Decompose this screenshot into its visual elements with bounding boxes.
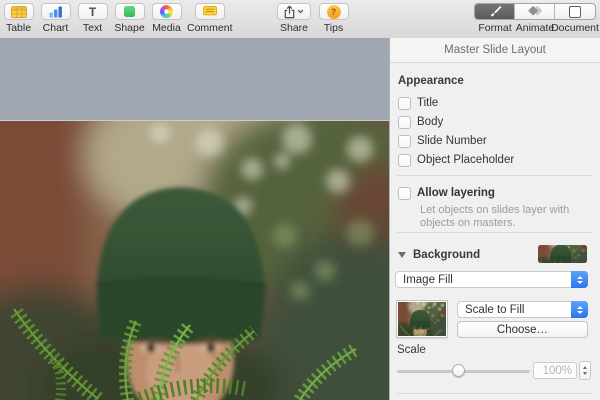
share-button-label: Share (279, 22, 309, 34)
shape-button[interactable]: Shape (113, 3, 146, 34)
background-heading: Background (413, 249, 481, 261)
comment-icon (202, 6, 217, 17)
text-icon: T (88, 4, 97, 19)
image-fill-well[interactable] (396, 300, 448, 338)
inspector-segment-labels: Format Animate Document (475, 22, 599, 34)
inspector-segmented-control (474, 3, 596, 20)
allow-layering-description: Let objects on slides layer with objects… (420, 204, 570, 229)
background-section-header[interactable]: Background (398, 246, 480, 264)
tab-document-label: Document (551, 22, 599, 34)
table-button[interactable]: Table (2, 3, 35, 34)
table-button-label: Table (5, 22, 32, 34)
checkbox-row-object-placeholder: Object Placeholder (398, 153, 514, 167)
tab-format[interactable] (475, 4, 515, 19)
diamond-icon (528, 5, 542, 16)
paintbrush-icon (490, 5, 501, 17)
divider (397, 175, 593, 176)
shape-button-label: Shape (114, 22, 145, 34)
document-icon (569, 5, 581, 18)
stepper-down-icon (583, 371, 587, 375)
stepper-up-icon (583, 366, 587, 370)
object-placeholder-checkbox[interactable] (398, 153, 411, 167)
toolbar-share-group: Share ? Tips (277, 3, 350, 34)
popup-stepper-icon (571, 271, 588, 288)
scale-mode-value: Scale to Fill (465, 303, 525, 316)
slide-number-checkbox[interactable] (398, 134, 411, 148)
media-icon (160, 5, 173, 18)
slide-background-image[interactable] (0, 120, 389, 400)
popup-stepper-icon (571, 301, 588, 318)
tab-format-label: Format (478, 22, 512, 34)
title-checkbox[interactable] (398, 96, 411, 110)
object-placeholder-checkbox-label: Object Placeholder (417, 154, 515, 166)
tab-animate-label: Animate (515, 22, 555, 34)
chart-button[interactable]: Chart (39, 3, 72, 34)
scale-slider[interactable] (397, 364, 530, 378)
scale-stepper[interactable] (579, 361, 591, 380)
tab-document[interactable] (555, 4, 595, 19)
scale-value-field[interactable]: 100% (533, 362, 577, 379)
divider (397, 232, 593, 233)
disclosure-triangle-icon[interactable] (398, 252, 406, 258)
scale-slider-thumb[interactable] (452, 364, 465, 377)
tips-icon: ? (326, 4, 341, 19)
title-checkbox-label: Title (417, 97, 439, 109)
slide-canvas[interactable] (0, 38, 389, 400)
toolbar-insert-group: Table Chart T Text Shape Media Comment (2, 3, 233, 34)
shape-icon (124, 6, 135, 17)
checkbox-row-title: Title (398, 96, 438, 110)
tab-animate[interactable] (515, 4, 555, 19)
comment-button[interactable]: Comment (187, 3, 233, 34)
fill-type-select[interactable]: Image Fill (395, 271, 588, 288)
divider (397, 393, 593, 394)
toolbar: Table Chart T Text Shape Media Comment S… (0, 0, 600, 39)
text-button-label: Text (82, 22, 103, 34)
inspector-switcher: Format Animate Document (474, 3, 599, 34)
share-icon (284, 4, 295, 18)
chevron-down-icon (297, 9, 304, 14)
keynote-window: Table Chart T Text Shape Media Comment S… (0, 0, 600, 400)
fill-type-value: Image Fill (403, 273, 453, 286)
tips-button-label: Tips (323, 22, 344, 34)
appearance-heading: Appearance (398, 75, 464, 87)
share-button[interactable]: Share (277, 3, 311, 34)
body-checkbox-label: Body (417, 116, 444, 128)
format-inspector: Master Slide Layout Appearance Title Bod… (389, 38, 600, 400)
body-checkbox[interactable] (398, 115, 411, 129)
table-icon (10, 5, 27, 18)
comment-button-label: Comment (187, 22, 233, 34)
background-preview-thumbnail[interactable] (538, 245, 587, 263)
scale-mode-select[interactable]: Scale to Fill (457, 301, 588, 318)
checkbox-row-slide-number: Slide Number (398, 134, 487, 148)
media-button-label: Media (152, 22, 181, 34)
checkbox-row-body: Body (398, 115, 443, 129)
slide-number-checkbox-label: Slide Number (417, 135, 487, 147)
tips-button[interactable]: ? Tips (317, 3, 350, 34)
chart-icon (49, 6, 62, 17)
allow-layering-checkbox[interactable] (398, 186, 411, 200)
scale-label: Scale (397, 344, 426, 356)
checkbox-row-allow-layering: Allow layering (398, 186, 495, 200)
choose-image-button[interactable]: Choose… (457, 321, 588, 338)
allow-layering-label: Allow layering (417, 187, 495, 199)
chart-button-label: Chart (42, 22, 69, 34)
inspector-title: Master Slide Layout (390, 38, 600, 63)
text-button[interactable]: T Text (76, 3, 109, 34)
media-button[interactable]: Media (150, 3, 183, 34)
